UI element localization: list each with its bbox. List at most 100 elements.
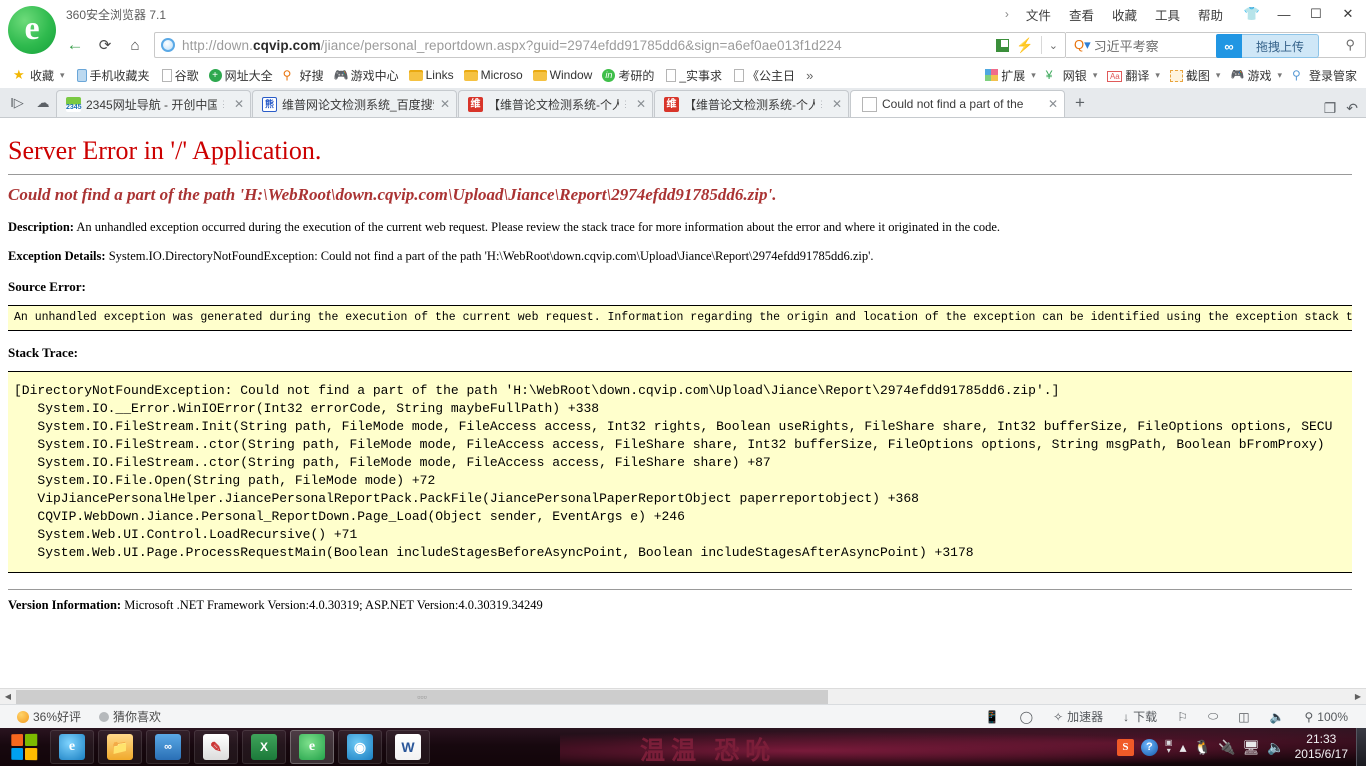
volume-button[interactable]: 🔈 <box>1260 710 1295 724</box>
show-desktop-button[interactable] <box>1356 728 1366 766</box>
sogou-icon[interactable]: S <box>1116 738 1134 756</box>
mobile-view-button[interactable]: 📱 <box>975 710 1010 724</box>
reload-button[interactable]: ⟳ <box>90 31 120 59</box>
search-box[interactable]: Q▾ 习近平考察 ⚲ ∞ 拖拽上传 <box>1066 32 1366 58</box>
compass-icon: ◯ <box>1019 709 1034 724</box>
cloud-icon[interactable]: ☁ <box>30 89 56 117</box>
compass-button[interactable]: ◯ <box>1010 710 1043 724</box>
chevron-down-icon[interactable]: ⌄ <box>1049 39 1058 52</box>
tab-close-icon[interactable]: ✕ <box>636 97 646 111</box>
bookmark-mobile-favorites[interactable]: 手机收藏夹 <box>70 65 155 86</box>
recommendation[interactable]: 猜你喜欢 <box>90 708 170 725</box>
accelerator-button[interactable]: ✧ 加速器 <box>1043 708 1113 725</box>
bookmarks-overflow-icon[interactable]: » <box>800 68 819 83</box>
tab-weipu-2[interactable]: 维 【维普论文检测系统-个人版】 ⋮ ✕ <box>654 90 849 117</box>
tab-close-icon[interactable]: ✕ <box>832 97 842 111</box>
network-plug-icon[interactable]: 🔌 <box>1218 739 1235 756</box>
tab-close-icon[interactable]: ✕ <box>1048 97 1058 111</box>
scroll-left-icon[interactable]: ◀ <box>0 688 16 704</box>
minimize-button[interactable]: — <box>1268 1 1300 27</box>
scroll-right-icon[interactable]: ▶ <box>1350 688 1366 704</box>
chevron-down-icon[interactable]: ▾ <box>1216 70 1221 81</box>
bookmark-links[interactable]: Links <box>404 66 459 84</box>
taskbar-explorer[interactable]: 📁 <box>98 730 142 764</box>
menu-file[interactable]: 文件 <box>1017 1 1060 28</box>
chevron-down-icon[interactable]: ▾ <box>60 70 65 81</box>
oval-button[interactable]: ⬭ <box>1198 709 1228 724</box>
help-icon[interactable]: ? <box>1140 738 1158 756</box>
taskbar-excel[interactable]: X <box>242 730 286 764</box>
address-input[interactable]: http://down.cqvip.com/jiance/personal_re… <box>155 33 989 57</box>
taskbar-paint[interactable]: ✎ <box>194 730 238 764</box>
taskbar-word[interactable]: W <box>386 730 430 764</box>
bookmark-microsoft[interactable]: Microso <box>459 66 528 84</box>
address-bar[interactable]: http://down.cqvip.com/jiance/personal_re… <box>154 32 1066 58</box>
home-button[interactable]: ⌂ <box>120 31 150 59</box>
bookmark-shishiqiu[interactable]: _实事求 <box>659 65 727 86</box>
scrollbar-thumb[interactable]: ▫▫▫ <box>16 689 828 704</box>
chevron-down-icon[interactable]: ▾ <box>1277 70 1282 81</box>
menu-help[interactable]: 帮助 <box>1189 1 1232 28</box>
restore-tab-icon[interactable]: ❐ <box>1324 100 1337 117</box>
tab-weipu-1[interactable]: 维 【维普论文检测系统-个人版】 ⋮ ✕ <box>458 90 653 117</box>
menu-tools[interactable]: 工具 <box>1146 1 1189 28</box>
horizontal-scrollbar[interactable]: ◀ ▫▫▫ ▶ <box>0 688 1366 704</box>
bookmark-haosou[interactable]: ⚲ 好搜 <box>278 65 329 86</box>
scrollbar-track[interactable] <box>828 688 1350 704</box>
chevron-down-icon[interactable]: ▾ <box>1155 70 1160 81</box>
bookmark-hao360[interactable]: + 网址大全 <box>204 65 278 86</box>
skin-icon[interactable]: 👕 <box>1236 1 1268 27</box>
bookmark-gongzhuri[interactable]: 《公主日 <box>727 65 800 86</box>
tab-close-icon[interactable]: ✕ <box>440 97 450 111</box>
search-input[interactable]: 习近平考察 <box>1094 36 1159 55</box>
taskbar-360browser[interactable]: e <box>290 730 334 764</box>
site-rating[interactable]: 36%好评 <box>8 708 90 725</box>
download-button[interactable]: ↓ 下载 <box>1113 708 1167 725</box>
toolbar-banking[interactable]: ¥ 网银 ▾ <box>1041 65 1103 86</box>
bookmark-favorites[interactable]: ★ 收藏 ▾ <box>8 65 70 86</box>
maximize-button[interactable]: ☐ <box>1300 1 1332 27</box>
menu-favorites[interactable]: 收藏 <box>1103 1 1146 28</box>
start-button[interactable] <box>0 728 48 766</box>
qq-penguin-icon[interactable]: 🐧 <box>1194 739 1211 756</box>
chevron-down-icon[interactable]: ▾ <box>1031 70 1036 81</box>
toolbar-translate[interactable]: Aa 翻译 ▾ <box>1102 65 1165 86</box>
sidebar-toggle-icon[interactable]: I▷ <box>4 89 30 117</box>
bookmark-windows[interactable]: Window <box>528 66 598 84</box>
menu-view[interactable]: 查看 <box>1060 1 1103 28</box>
zoom-control[interactable]: ⚲ 100% <box>1295 710 1359 724</box>
tab-2345[interactable]: 2345 2345网址导航 - 开创中国百年 ⋮ ✕ <box>56 90 251 117</box>
toolbar-games[interactable]: 🎮 游戏 ▾ <box>1225 65 1287 86</box>
toolbar-login-manager[interactable]: ⚲ 登录管家 <box>1287 65 1362 86</box>
toolbar-extensions[interactable]: 扩展 ▾ <box>980 65 1041 86</box>
search-icon[interactable]: ⚲ <box>1345 37 1355 53</box>
menu-expand-icon[interactable]: › <box>997 7 1017 21</box>
chevron-down-icon[interactable]: ▾ <box>1093 70 1098 81</box>
folder-icon <box>463 70 478 81</box>
tab-error-page[interactable]: Could not find a part of the ✕ <box>850 90 1065 117</box>
toolbar-screenshot[interactable]: 截图 ▾ <box>1165 65 1226 86</box>
show-hidden-icons-icon[interactable]: ▣ ▾ <box>1165 739 1173 755</box>
close-button[interactable]: ✕ <box>1332 1 1364 27</box>
taskbar-360safe[interactable]: ◉ <box>338 730 382 764</box>
bookmark-gamecenter[interactable]: 🎮 游戏中心 <box>329 65 404 86</box>
search-engine-icon[interactable]: Q▾ <box>1074 37 1091 53</box>
bookmark-kaoyan[interactable]: in 考研的 <box>597 65 659 86</box>
tray-expand-icon[interactable]: ▴ <box>1179 739 1186 756</box>
qr-code-icon[interactable] <box>996 38 1010 52</box>
bolt-icon[interactable]: ⚡ <box>1016 37 1033 54</box>
undo-icon[interactable]: ↶ <box>1346 100 1358 117</box>
new-tab-button[interactable]: + <box>1066 89 1094 117</box>
flag-button[interactable]: ⚐ <box>1167 710 1198 724</box>
taskbar-clock[interactable]: 21:33 2015/6/17 <box>1289 732 1356 762</box>
taskbar-link[interactable]: ∞ <box>146 730 190 764</box>
bookmark-google[interactable]: 谷歌 <box>155 65 204 86</box>
monitor-icon[interactable]: 🖥 <box>1242 739 1260 756</box>
back-button[interactable]: ← <box>60 31 90 59</box>
taskbar-ie[interactable]: e <box>50 730 94 764</box>
window-mode-button[interactable]: ◫ <box>1228 710 1259 724</box>
volume-icon[interactable]: 🔈 <box>1267 739 1284 756</box>
tab-close-icon[interactable]: ✕ <box>234 97 244 111</box>
tab-baidu-search[interactable]: 熊 维普网论文检测系统_百度搜索 ✕ <box>252 90 457 117</box>
drag-upload-tooltip[interactable]: ∞ 拖拽上传 <box>1216 34 1320 58</box>
